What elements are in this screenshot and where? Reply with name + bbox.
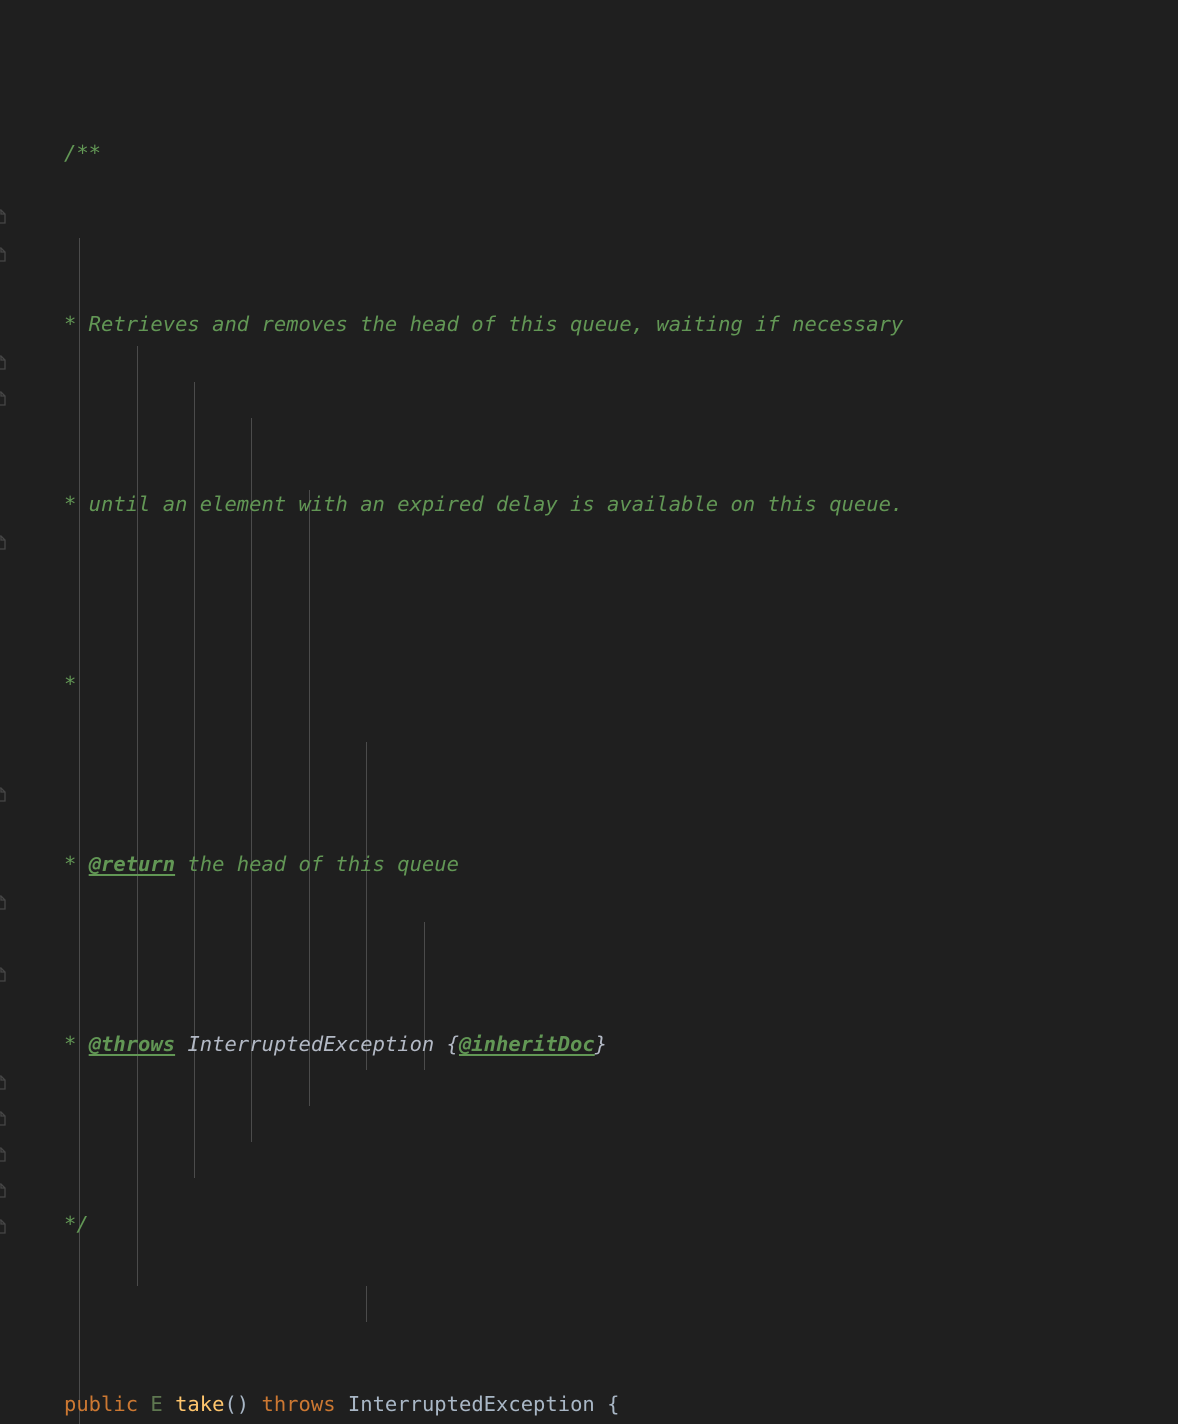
editor-gutter[interactable] bbox=[0, 0, 22, 1424]
type-interruptedexception[interactable]: InterruptedException bbox=[348, 1392, 595, 1416]
code-fold-icon[interactable] bbox=[0, 1182, 8, 1199]
code-fold-icon[interactable] bbox=[0, 894, 8, 911]
code-fold-icon[interactable] bbox=[0, 1146, 8, 1163]
keyword-throws: throws bbox=[261, 1392, 336, 1416]
code-line[interactable]: * until an element with an expired delay… bbox=[0, 486, 1178, 522]
type-parameter-e: E bbox=[150, 1392, 163, 1416]
code-fold-icon[interactable] bbox=[0, 966, 8, 983]
code-fold-icon[interactable] bbox=[0, 354, 8, 371]
javadoc-return-tag[interactable]: @return bbox=[89, 852, 175, 876]
method-name-take[interactable]: take bbox=[175, 1392, 224, 1416]
javadoc-star: * bbox=[64, 1032, 77, 1056]
javadoc-close: */ bbox=[64, 1212, 89, 1236]
code-fold-icon[interactable] bbox=[0, 208, 8, 225]
code-editor[interactable]: /** * Retrieves and removes the head of … bbox=[0, 0, 1178, 1424]
javadoc-exception-type: InterruptedException bbox=[187, 1032, 435, 1056]
code-line[interactable]: * @return the head of this queue bbox=[0, 846, 1178, 882]
code-fold-icon[interactable] bbox=[0, 246, 8, 263]
code-content[interactable]: /** * Retrieves and removes the head of … bbox=[0, 0, 1178, 1424]
code-fold-icon[interactable] bbox=[0, 1110, 8, 1127]
javadoc-inheritdoc-tag[interactable]: @inheritDoc bbox=[459, 1032, 595, 1056]
code-line[interactable]: * Retrieves and removes the head of this… bbox=[0, 306, 1178, 342]
javadoc-throws-tag[interactable]: @throws bbox=[89, 1032, 175, 1056]
code-line[interactable]: /** bbox=[0, 144, 1178, 162]
keyword-public: public bbox=[64, 1392, 139, 1416]
code-line[interactable]: * @throws InterruptedException {@inherit… bbox=[0, 1026, 1178, 1062]
javadoc-star: * bbox=[64, 492, 77, 516]
code-fold-icon[interactable] bbox=[0, 1218, 8, 1235]
javadoc-text: until an element with an expired delay i… bbox=[76, 492, 904, 516]
code-line[interactable]: */ bbox=[0, 1206, 1178, 1242]
code-fold-icon[interactable] bbox=[0, 390, 8, 407]
javadoc-star: * bbox=[64, 672, 77, 696]
javadoc-star: * bbox=[64, 852, 77, 876]
javadoc-inline-close-brace: } bbox=[594, 1032, 608, 1056]
code-fold-icon[interactable] bbox=[0, 534, 8, 551]
javadoc-star: * bbox=[64, 312, 77, 336]
code-fold-icon[interactable] bbox=[0, 786, 8, 803]
javadoc-return-text: the head of this queue bbox=[175, 852, 459, 876]
javadoc-inline-open-brace: { bbox=[446, 1032, 459, 1056]
javadoc-text: Retrieves and removes the head of this q… bbox=[76, 312, 904, 336]
code-line[interactable]: public E take() throws InterruptedExcept… bbox=[0, 1386, 1178, 1422]
code-fold-icon[interactable] bbox=[0, 1074, 8, 1091]
javadoc-open: /** bbox=[64, 144, 102, 162]
code-line[interactable]: * bbox=[0, 666, 1178, 702]
